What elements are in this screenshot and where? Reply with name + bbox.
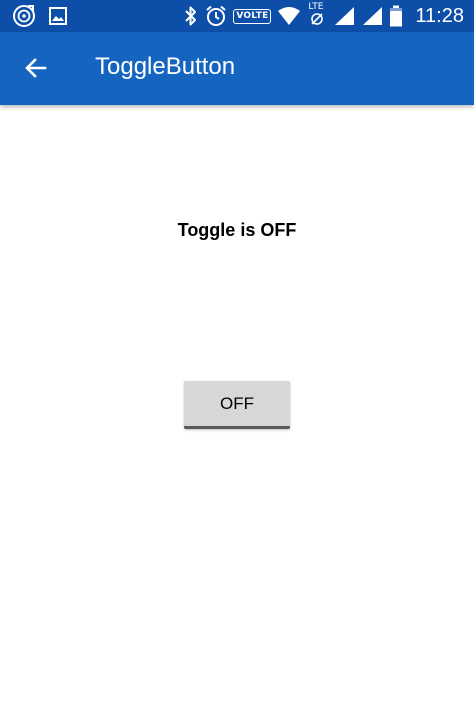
app-title: ToggleButton xyxy=(95,53,236,80)
back-button[interactable] xyxy=(14,46,58,90)
status-bar-right: VOLTE LTE 11:28 xyxy=(183,2,464,28)
toggle-status-text: Toggle is OFF xyxy=(177,220,297,240)
status-bar-left xyxy=(12,5,68,27)
signal-icon-sim2 xyxy=(363,7,383,25)
app-bar: ToggleButton xyxy=(0,32,474,105)
music-sync-icon xyxy=(13,5,35,27)
battery-icon xyxy=(390,5,403,27)
toggle-button[interactable]: OFF xyxy=(184,381,290,429)
volte-badge: VOLTE xyxy=(233,8,272,24)
gallery-icon xyxy=(49,7,67,25)
wifi-icon xyxy=(278,7,301,25)
signal-icon-sim1 xyxy=(335,7,355,25)
bluetooth-icon xyxy=(185,6,197,26)
arrow-back-icon xyxy=(25,58,47,78)
lte-signal-icon: LTE xyxy=(307,2,327,27)
status-clock: 11:28 xyxy=(415,4,464,27)
main-content: Toggle is OFF OFF xyxy=(0,105,474,702)
alarm-icon xyxy=(206,5,227,26)
status-bar: VOLTE LTE 11:28 xyxy=(0,0,474,32)
data-off-icon xyxy=(311,13,324,25)
